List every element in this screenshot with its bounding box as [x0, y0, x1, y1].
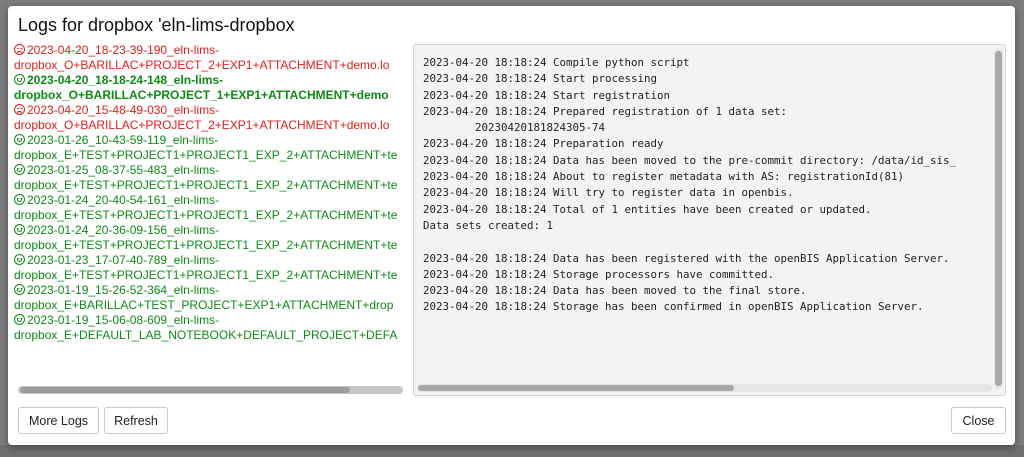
- log-file-name-line2: dropbox_E+TEST+PROJECT1+PROJECT1_EXP_2+A…: [14, 147, 398, 162]
- log-file-item[interactable]: 2023-01-24_20-36-09-156_eln-lims-dropbox…: [14, 223, 400, 253]
- close-button[interactable]: Close: [951, 407, 1006, 434]
- frown-icon: [14, 104, 25, 115]
- log-file-name-line1: 2023-01-24_20-40-54-161_eln-lims-: [14, 193, 400, 208]
- log-file-list-pane[interactable]: 2023-04-20_18-23-39-190_eln-lims-dropbox…: [14, 43, 406, 398]
- log-file-name-line2: dropbox_O+BARILLAC+PROJECT_1+EXP1+ATTACH…: [14, 87, 389, 102]
- smile-icon: [14, 164, 25, 175]
- smile-icon: [14, 194, 25, 205]
- log-file-name-text: 2023-01-24_20-36-09-156_eln-lims-: [27, 223, 220, 237]
- log-file-name-text: 2023-01-19_15-06-08-609_eln-lims-: [27, 313, 220, 327]
- log-content-horizontal-scrollbar[interactable]: [417, 384, 992, 392]
- log-file-name-text: 2023-04-20_15-48-49-030_eln-lims-: [27, 103, 220, 117]
- log-list-horizontal-scrollbar[interactable]: [18, 386, 403, 394]
- smile-icon: [14, 224, 25, 235]
- log-file-name-line1: 2023-04-20_18-23-39-190_eln-lims-: [14, 43, 400, 58]
- smile-icon: [14, 74, 25, 85]
- log-file-name-line1: 2023-01-19_15-26-52-364_eln-lims-: [14, 283, 400, 298]
- log-file-name-text: 2023-01-24_20-40-54-161_eln-lims-: [27, 193, 220, 207]
- log-file-item[interactable]: 2023-01-26_10-43-59-119_eln-lims-dropbox…: [14, 133, 400, 163]
- frown-icon: [14, 44, 25, 55]
- log-file-name-line2: dropbox_E+TEST+PROJECT1+PROJECT1_EXP_2+A…: [14, 237, 398, 252]
- log-file-name-text: 2023-01-26_10-43-59-119_eln-lims-: [27, 133, 219, 147]
- log-content-vertical-scrollbar[interactable]: [994, 49, 1003, 389]
- log-file-name-line2: dropbox_E+TEST+PROJECT1+PROJECT1_EXP_2+A…: [14, 177, 398, 192]
- log-file-name-line1: 2023-04-20_18-18-24-148_eln-lims-: [14, 73, 400, 88]
- log-file-name-line2: dropbox_E+BARILLAC+TEST_PROJECT+EXP1+ATT…: [14, 297, 394, 312]
- log-file-item[interactable]: 2023-01-24_20-40-54-161_eln-lims-dropbox…: [14, 193, 400, 223]
- log-file-item[interactable]: 2023-01-23_17-07-40-789_eln-lims-dropbox…: [14, 253, 400, 283]
- smile-icon: [14, 254, 25, 265]
- log-file-name-text: 2023-04-20_18-18-24-148_eln-lims-: [27, 73, 224, 87]
- log-file-name-line1: 2023-01-23_17-07-40-789_eln-lims-: [14, 253, 400, 268]
- log-file-item[interactable]: 2023-04-20_15-48-49-030_eln-lims-dropbox…: [14, 103, 400, 133]
- smile-icon: [14, 284, 25, 295]
- log-file-item[interactable]: 2023-04-20_18-23-39-190_eln-lims-dropbox…: [14, 43, 400, 73]
- log-file-name-line2: dropbox_O+BARILLAC+PROJECT_2+EXP1+ATTACH…: [14, 57, 390, 72]
- log-file-name-line2: dropbox_E+DEFAULT_LAB_NOTEBOOK+DEFAULT_P…: [14, 327, 398, 342]
- logs-dialog: Logs for dropbox 'eln-lims-dropbox 2023-…: [8, 6, 1015, 445]
- scrollbar-thumb[interactable]: [995, 51, 1002, 386]
- log-file-name-line2: dropbox_O+BARILLAC+PROJECT_2+EXP1+ATTACH…: [14, 117, 390, 132]
- log-file-name-text: 2023-01-19_15-26-52-364_eln-lims-: [27, 283, 220, 297]
- background-overlay: [0, 445, 1024, 457]
- log-file-item[interactable]: 2023-01-19_15-26-52-364_eln-lims-dropbox…: [14, 283, 400, 313]
- smile-icon: [14, 134, 25, 145]
- log-content-text: 2023-04-20 18:18:24 Compile python scrip…: [423, 56, 957, 314]
- log-file-name-line1: 2023-01-24_20-36-09-156_eln-lims-: [14, 223, 400, 238]
- log-file-name-line1: 2023-01-26_10-43-59-119_eln-lims-: [14, 133, 400, 148]
- more-logs-button[interactable]: More Logs: [18, 407, 99, 434]
- log-file-name-text: 2023-01-23_17-07-40-789_eln-lims-: [27, 253, 220, 267]
- log-file-name-line1: 2023-04-20_15-48-49-030_eln-lims-: [14, 103, 400, 118]
- log-file-name-line1: 2023-01-25_08-37-55-483_eln-lims-: [14, 163, 400, 178]
- log-file-name-line2: dropbox_E+TEST+PROJECT1+PROJECT1_EXP_2+A…: [14, 207, 398, 222]
- log-file-name-text: 2023-04-20_18-23-39-190_eln-lims-: [27, 43, 220, 57]
- log-file-name-line1: 2023-01-19_15-06-08-609_eln-lims-: [14, 313, 400, 328]
- smile-icon: [14, 314, 25, 325]
- log-file-item[interactable]: 2023-04-20_18-18-24-148_eln-lims-dropbox…: [14, 73, 400, 103]
- log-file-item[interactable]: 2023-01-19_15-06-08-609_eln-lims-dropbox…: [14, 313, 400, 343]
- log-file-name-line2: dropbox_E+TEST+PROJECT1+PROJECT1_EXP_2+A…: [14, 267, 398, 282]
- dialog-title: Logs for dropbox 'eln-lims-dropbox: [18, 15, 295, 35]
- scrollbar-thumb[interactable]: [20, 387, 350, 393]
- log-content-pane[interactable]: 2023-04-20 18:18:24 Compile python scrip…: [413, 44, 1006, 396]
- log-file-list: 2023-04-20_18-23-39-190_eln-lims-dropbox…: [14, 43, 406, 343]
- scrollbar-thumb[interactable]: [418, 385, 734, 391]
- refresh-button[interactable]: Refresh: [104, 407, 168, 434]
- log-file-name-text: 2023-01-25_08-37-55-483_eln-lims-: [27, 163, 220, 177]
- log-file-item[interactable]: 2023-01-25_08-37-55-483_eln-lims-dropbox…: [14, 163, 400, 193]
